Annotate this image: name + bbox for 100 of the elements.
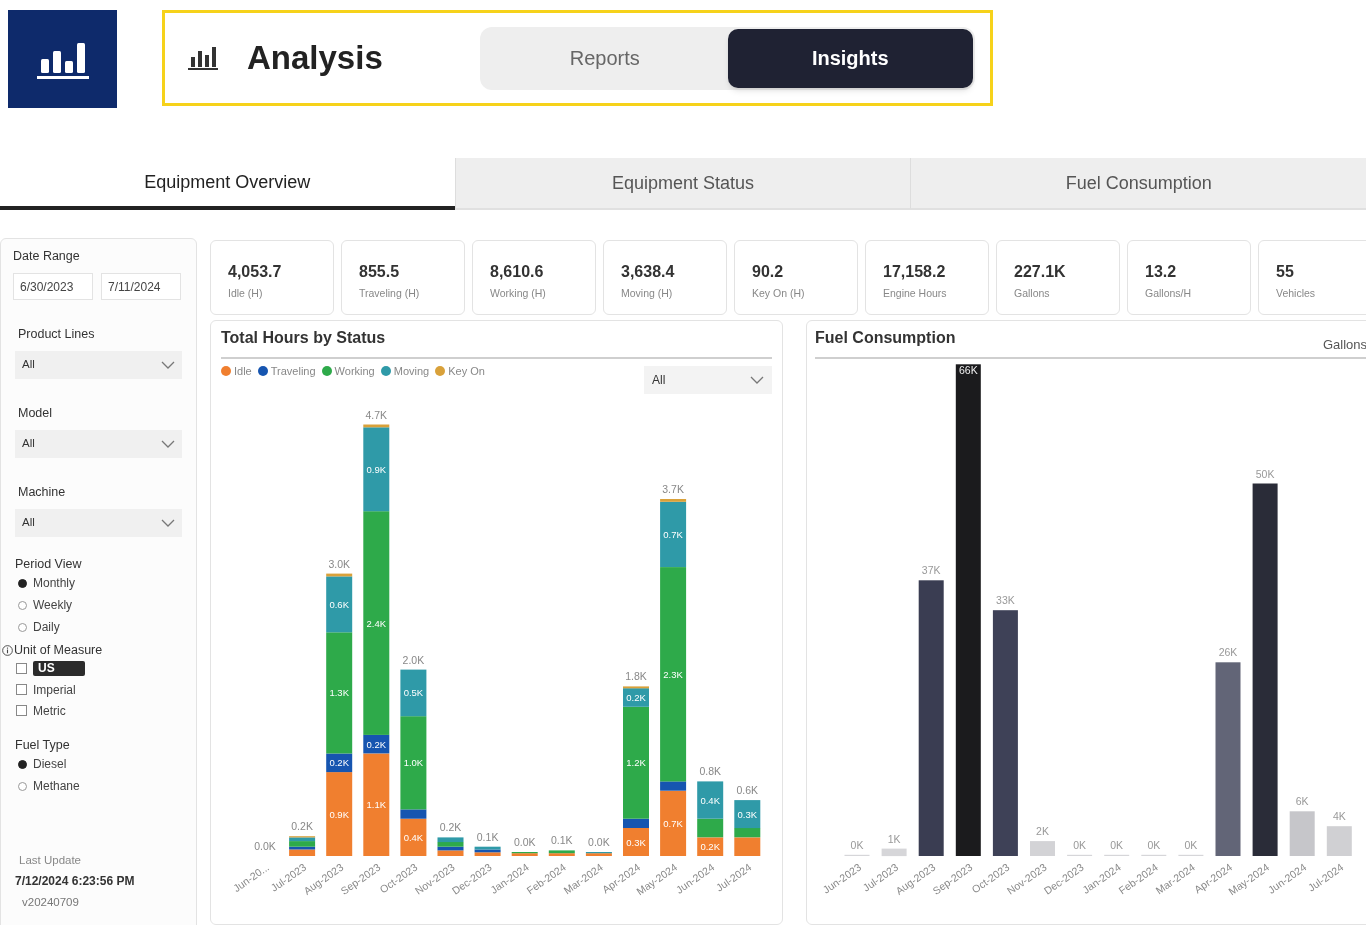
- filter-label: Unit of Measure: [14, 642, 103, 658]
- radio-button[interactable]: [18, 600, 27, 610]
- kpi-label: Idle (H): [228, 287, 264, 299]
- total-label: 0.0K: [254, 840, 276, 852]
- radio-button[interactable]: [18, 781, 27, 791]
- dropdown[interactable]: All: [644, 366, 772, 394]
- dropdown-value: All: [652, 372, 666, 389]
- legend-label: Key On: [448, 363, 485, 379]
- chevron-down-icon: [161, 361, 175, 369]
- last-update-time: 7/12/2024 6:23:56 PM: [15, 873, 136, 891]
- radio-button[interactable]: [18, 622, 27, 632]
- total-label: 3.7K: [662, 483, 684, 495]
- segment-button[interactable]: Insights: [727, 28, 973, 88]
- data-label: 0.2K: [366, 738, 387, 750]
- kpi-label: Working (H): [490, 287, 547, 299]
- date-input[interactable]: 7/11/2024: [101, 273, 181, 300]
- data-label: 33K: [996, 594, 1015, 607]
- kpi-label: Gallons: [1014, 287, 1051, 299]
- checkbox-label[interactable]: Imperial: [33, 680, 76, 699]
- kpi-label: Traveling (H): [359, 287, 421, 299]
- data-label: 0.9K: [366, 463, 387, 475]
- legend-label: Moving: [393, 363, 430, 379]
- dropdown[interactable]: All: [15, 509, 182, 537]
- kpi-value: 3,638.4: [621, 263, 676, 281]
- radio-label[interactable]: Daily: [33, 618, 60, 636]
- data-label: 0.7K: [663, 817, 683, 829]
- data-label: 0.9K: [329, 808, 349, 820]
- total-label: 0.0K: [513, 836, 536, 848]
- kpi-value: 90.2: [752, 263, 785, 281]
- tab[interactable]: Fuel Consumption: [910, 158, 1366, 210]
- segment-button[interactable]: Reports: [482, 28, 728, 88]
- total-label: 0.1K: [476, 830, 499, 843]
- last-update-label: Last Update: [19, 853, 82, 868]
- data-label: 0.3K: [626, 836, 646, 848]
- data-label: 0.4K: [700, 794, 720, 806]
- data-label: 0K: [1147, 838, 1161, 851]
- checkbox-label[interactable]: Metric: [33, 701, 66, 720]
- data-label: 66K: [958, 364, 978, 377]
- data-label: 2K: [1036, 825, 1049, 838]
- total-label: 0.1K: [551, 834, 573, 847]
- filter-label: Fuel Type: [15, 737, 71, 753]
- kpi-value: 17,158.2: [883, 263, 947, 281]
- data-label: 2.4K: [366, 617, 387, 629]
- chevron-down-icon: [161, 519, 175, 527]
- data-label: 1.3K: [329, 687, 349, 699]
- kpi-value: 55: [1276, 263, 1295, 281]
- data-label: 6K: [1295, 795, 1309, 808]
- chevron-down-icon: [161, 440, 175, 448]
- radio-button[interactable]: [18, 759, 27, 769]
- info-icon: [2, 644, 13, 656]
- filter-label: Machine: [18, 484, 67, 500]
- dropdown-value: All: [22, 436, 35, 452]
- radio-label[interactable]: Methane: [33, 777, 80, 795]
- radio-button[interactable]: [18, 578, 27, 588]
- data-label: 0.2K: [329, 757, 349, 769]
- radio-label[interactable]: Diesel: [33, 755, 67, 773]
- checkbox[interactable]: [16, 705, 27, 716]
- kpi-label: Engine Hours: [883, 287, 948, 299]
- data-label: 0.5K: [403, 687, 424, 699]
- filter-label: Period View: [15, 556, 83, 572]
- total-label: 4.7K: [365, 408, 388, 421]
- data-label: 0.4K: [403, 831, 424, 843]
- dropdown[interactable]: All: [15, 430, 182, 458]
- data-label: 2.3K: [663, 668, 683, 680]
- kpi-value: 855.5: [359, 263, 401, 281]
- page-title: Analysis: [247, 38, 383, 79]
- total-label: 1.8K: [625, 670, 647, 683]
- filter-label: Date Range: [13, 248, 81, 264]
- data-label: 1.2K: [626, 757, 646, 769]
- data-label: 0K: [1073, 838, 1086, 851]
- data-label: 1.0K: [403, 757, 424, 769]
- date-input[interactable]: 6/30/2023: [13, 273, 93, 300]
- checkbox-label[interactable]: US: [33, 661, 85, 676]
- total-label: 2.0K: [402, 653, 425, 666]
- data-label: 1K: [887, 832, 901, 845]
- kpi-value: 8,610.6: [490, 263, 545, 281]
- data-label: 0.6K: [329, 598, 349, 610]
- legend-label: Working: [334, 363, 375, 379]
- kpi-value: 13.2: [1145, 263, 1178, 281]
- data-label: 26K: [1218, 646, 1238, 659]
- data-label: 0K: [850, 838, 864, 851]
- dropdown[interactable]: All: [15, 351, 182, 379]
- kpi-value: 227.1K: [1014, 263, 1067, 281]
- data-label: 0K: [1184, 838, 1198, 851]
- checkbox[interactable]: [16, 663, 27, 674]
- radio-label[interactable]: Weekly: [33, 596, 73, 614]
- kpi-label: Gallons/H: [1145, 287, 1193, 299]
- total-label: 0.2K: [439, 821, 462, 834]
- radio-label[interactable]: Monthly: [33, 574, 76, 592]
- data-label: 0.2K: [700, 841, 720, 853]
- dropdown-value: All: [22, 357, 35, 373]
- filter-label: Model: [18, 405, 54, 421]
- data-label: 37K: [921, 564, 941, 577]
- filter-label: Product Lines: [18, 326, 96, 342]
- checkbox[interactable]: [16, 684, 27, 695]
- data-label: 0K: [1110, 838, 1124, 851]
- bar: [697, 837, 724, 856]
- chart-title: Fuel Consumption: [815, 328, 956, 348]
- version-text: v20240709: [22, 895, 80, 911]
- tab[interactable]: Equipment Status: [454, 158, 911, 210]
